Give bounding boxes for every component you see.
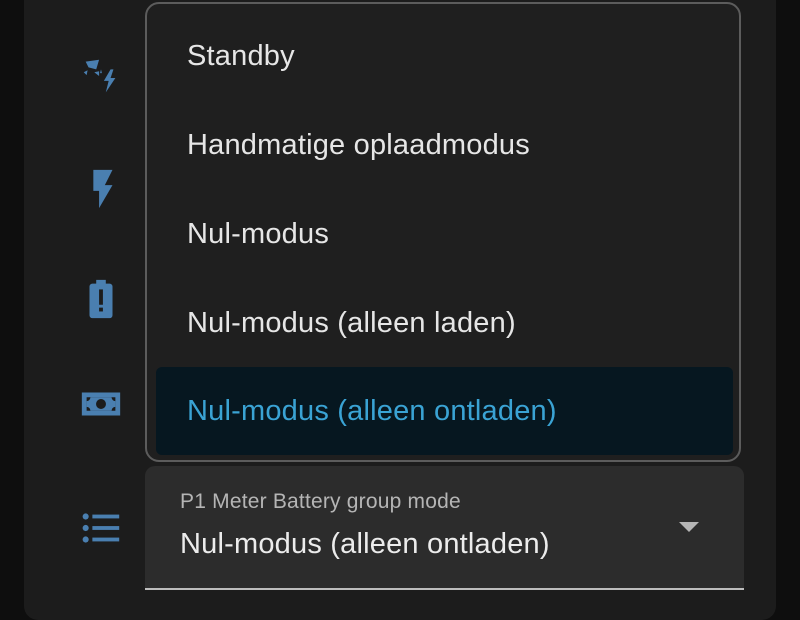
icon-column bbox=[60, 0, 140, 604]
menu-item-zero-mode-discharge-only[interactable]: Nul-modus (alleen ontladen) bbox=[156, 367, 733, 455]
group-mode-select[interactable]: P1 Meter Battery group mode Nul-modus (a… bbox=[145, 466, 744, 590]
select-label: P1 Meter Battery group mode bbox=[180, 490, 461, 513]
menu-item-standby[interactable]: Standby bbox=[147, 12, 739, 100]
menu-item-label: Handmatige oplaadmodus bbox=[187, 128, 530, 161]
menu-item-label: Nul-modus (alleen laden) bbox=[187, 306, 516, 339]
dropdown-arrow-icon[interactable] bbox=[679, 522, 699, 532]
menu-item-label: Standby bbox=[187, 39, 295, 72]
menu-item-zero-mode-charge-only[interactable]: Nul-modus (alleen laden) bbox=[147, 279, 739, 367]
solar-power-icon[interactable] bbox=[78, 54, 124, 100]
battery-alert-icon[interactable] bbox=[78, 276, 124, 322]
menu-item-manual-charge[interactable]: Handmatige oplaadmodus bbox=[147, 101, 739, 189]
cash-icon[interactable] bbox=[78, 381, 124, 427]
mode-dropdown-menu: Standby Handmatige oplaadmodus Nul-modus… bbox=[145, 2, 741, 462]
menu-item-zero-mode[interactable]: Nul-modus bbox=[147, 190, 739, 278]
menu-item-label: Nul-modus bbox=[187, 217, 330, 250]
menu-item-label: Nul-modus (alleen ontladen) bbox=[187, 394, 557, 427]
select-value: Nul-modus (alleen ontladen) bbox=[180, 528, 550, 560]
flash-icon[interactable] bbox=[78, 166, 124, 212]
select-underline bbox=[145, 588, 744, 590]
format-list-bulleted-icon[interactable] bbox=[78, 505, 124, 551]
